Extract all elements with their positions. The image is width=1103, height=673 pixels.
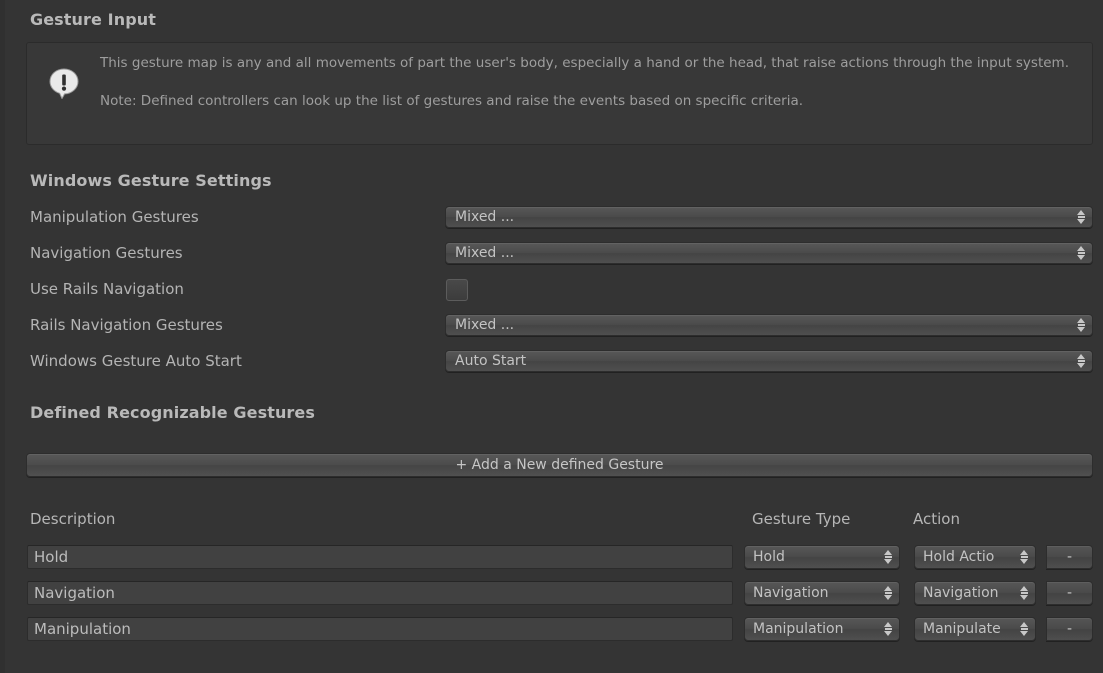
gesture-type-dropdown-row-1-value: Hold [753,549,885,565]
info-bubble-icon [48,67,80,99]
defined-gestures-title: Defined Recognizable Gestures [30,403,315,422]
chevron-updown-icon [884,550,893,564]
windows-gesture-settings-title: Windows Gesture Settings [30,171,272,190]
chevron-updown-icon [1077,318,1086,332]
dropdown-navigation-gestures-value: Mixed ... [455,245,1070,261]
gesture-type-dropdown-row-3-value: Manipulation [753,621,885,637]
checkbox-use-rails-navigation[interactable] [446,279,468,301]
helpbox-paragraph-2: Note: Defined controllers can look up th… [100,92,1082,111]
property-row-rails-navigation-gestures: Rails Navigation Gestures Mixed ... [0,314,1103,340]
action-dropdown-row-2-value: Navigation [923,585,1021,601]
description-input-row-1-value: Hold [34,548,727,566]
property-row-manipulation-gestures: Manipulation Gestures Mixed ... [0,206,1103,232]
dropdown-manipulation-gestures-value: Mixed ... [455,209,1070,225]
chevron-updown-icon [1020,586,1029,600]
remove-gesture-button-row-3[interactable]: - [1046,617,1093,641]
chevron-updown-icon [884,622,893,636]
property-row-navigation-gestures: Navigation Gestures Mixed ... [0,242,1103,268]
column-header-action: Action [913,510,960,528]
action-dropdown-row-3-value: Manipulate [923,621,1021,637]
remove-gesture-button-row-1[interactable]: - [1046,545,1093,569]
gesture-type-dropdown-row-3[interactable]: Manipulation [744,617,900,641]
description-input-row-2[interactable]: Navigation [27,581,733,605]
chevron-updown-icon [1020,550,1029,564]
dropdown-windows-gesture-auto-start-value: Auto Start [455,353,1070,369]
label-rails-navigation-gestures: Rails Navigation Gestures [30,316,223,334]
page-title: Gesture Input [30,10,156,29]
description-input-row-2-value: Navigation [34,584,727,602]
dropdown-windows-gesture-auto-start[interactable]: Auto Start [445,350,1093,372]
description-input-row-3-value: Manipulation [34,620,727,638]
label-windows-gesture-auto-start: Windows Gesture Auto Start [30,352,242,370]
add-new-defined-gesture-button[interactable]: + Add a New defined Gesture [26,453,1093,477]
description-input-row-3[interactable]: Manipulation [27,617,733,641]
dropdown-manipulation-gestures[interactable]: Mixed ... [445,206,1093,228]
chevron-updown-icon [1077,354,1086,368]
dropdown-rails-navigation-gestures[interactable]: Mixed ... [445,314,1093,336]
chevron-updown-icon [1077,210,1086,224]
action-dropdown-row-1-value: Hold Actio [923,549,1021,565]
column-header-gesture-type: Gesture Type [752,510,850,528]
gesture-type-dropdown-row-1[interactable]: Hold [744,545,900,569]
description-input-row-1[interactable]: Hold [27,545,733,569]
property-row-use-rails-navigation: Use Rails Navigation [0,278,1103,304]
chevron-updown-icon [884,586,893,600]
info-helpbox: This gesture map is any and all movement… [26,42,1093,145]
remove-gesture-button-row-2[interactable]: - [1046,581,1093,605]
table-row: Manipulation Manipulation Manipulate - [0,614,1103,644]
helpbox-paragraph-1: This gesture map is any and all movement… [100,54,1082,73]
action-dropdown-row-1[interactable]: Hold Actio [914,545,1036,569]
helpbox-text: This gesture map is any and all movement… [100,54,1082,111]
label-navigation-gestures: Navigation Gestures [30,244,183,262]
table-row: Hold Hold Hold Actio - [0,542,1103,572]
dropdown-rails-navigation-gestures-value: Mixed ... [455,317,1070,333]
inspector-panel: Gesture Input This gesture map is any an… [0,0,1103,673]
action-dropdown-row-3[interactable]: Manipulate [914,617,1036,641]
dropdown-navigation-gestures[interactable]: Mixed ... [445,242,1093,264]
table-row: Navigation Navigation Navigation - [0,578,1103,608]
chevron-updown-icon [1077,246,1086,260]
gesture-type-dropdown-row-2[interactable]: Navigation [744,581,900,605]
property-row-windows-gesture-auto-start: Windows Gesture Auto Start Auto Start [0,350,1103,376]
action-dropdown-row-2[interactable]: Navigation [914,581,1036,605]
column-header-description: Description [30,510,115,528]
gesture-type-dropdown-row-2-value: Navigation [753,585,885,601]
label-manipulation-gestures: Manipulation Gestures [30,208,199,226]
chevron-updown-icon [1020,622,1029,636]
label-use-rails-navigation: Use Rails Navigation [30,280,184,298]
